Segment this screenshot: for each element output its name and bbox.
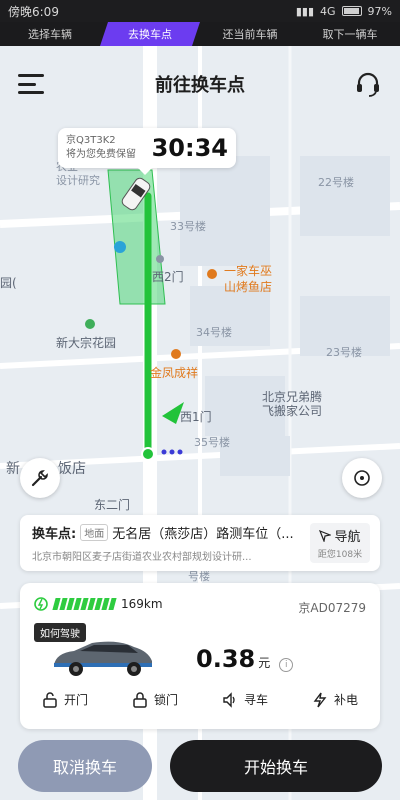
- lock-icon: [133, 691, 147, 708]
- timer-plate: 京Q3T3K2: [66, 135, 116, 146]
- swap-point-tag: 地面: [80, 524, 109, 541]
- swap-point-card: 换车点: 地面 无名居（燕莎店）路测车位（... 北京市朝阳区麦子店街道农业农村…: [20, 515, 380, 571]
- step-select-car: 选择车辆: [28, 28, 72, 41]
- map-label-garden: 园(: [0, 276, 17, 290]
- map-label-west1gate: 西1门: [180, 410, 212, 424]
- step-return-car: 还当前车辆: [222, 28, 278, 41]
- charge-label: 补电: [333, 693, 358, 707]
- map-label-building35: 35号楼: [194, 436, 230, 449]
- find-car-label: 寻车: [243, 693, 268, 707]
- step-pick-next-car: 取下一辆车: [322, 28, 378, 41]
- map-label-building23: 23号楼: [326, 346, 362, 359]
- battery-bar: [108, 598, 117, 610]
- power-icon: [34, 597, 48, 611]
- wrench-icon: [31, 470, 48, 487]
- price-value: 0.38: [196, 645, 256, 673]
- map-label-hotel-1: 新: [6, 461, 20, 477]
- navigate-label: 导航: [334, 530, 361, 545]
- timer-countdown: 30:34: [151, 134, 228, 162]
- navigation-arrow-icon: [319, 529, 332, 542]
- map-label-design: 设计研究: [56, 174, 100, 187]
- progress-steps: 选择车辆 去换车点 还当前车辆 取下一辆车: [0, 22, 400, 46]
- swap-point-label: 换车点:: [32, 527, 77, 542]
- network-type: 4G: [320, 4, 336, 18]
- map-label-west2gate: 西2门: [152, 270, 184, 284]
- car-image: [54, 641, 152, 676]
- status-right: ▮▮▮ 4G 97%: [296, 5, 392, 18]
- map-label-building34: 34号楼: [196, 326, 232, 339]
- map-label-building33: 33号楼: [170, 220, 206, 233]
- car-actions: 开门 锁门 寻车 补电: [20, 691, 380, 708]
- reservation-timer: 京Q3T3K2 将为您免费保留 30:34: [58, 128, 236, 175]
- locate-button[interactable]: [342, 458, 382, 498]
- start-swap-button[interactable]: 开始换车: [170, 740, 382, 792]
- unlock-label: 开门: [63, 693, 88, 707]
- map-label-movers-2: 飞搬家公司: [262, 404, 323, 418]
- locate-icon: [354, 470, 370, 486]
- battery-range: 169km: [121, 597, 163, 611]
- map-label-restaurant-2: 山烤鱼店: [224, 280, 273, 294]
- charge-icon: [313, 692, 327, 707]
- page-title: 前往换车点: [155, 75, 245, 96]
- price-display: 0.38 元 i: [196, 645, 294, 673]
- navigate-distance: 距您108米: [317, 550, 363, 560]
- navigate-button[interactable]: 导航 距您108米: [310, 523, 370, 563]
- map-label-jinfeng: 金凤成祥: [150, 366, 199, 380]
- status-bar: 傍晚6:09 ▮▮▮ 4G 97%: [0, 0, 400, 22]
- cancel-swap-button[interactable]: 取消换车: [18, 740, 152, 792]
- page-header: 前往换车点: [0, 60, 400, 108]
- map-label-building22: 22号楼: [318, 176, 354, 189]
- info-icon[interactable]: i: [279, 658, 294, 672]
- menu-icon[interactable]: [18, 74, 44, 94]
- car-plate: 京AD07279: [298, 601, 366, 615]
- unlock-button[interactable]: 开门: [42, 691, 88, 708]
- lock-button[interactable]: 锁门: [132, 691, 178, 708]
- headset-icon[interactable]: [354, 70, 382, 98]
- unlock-icon: [43, 691, 57, 708]
- step-go-swap-point: 去换车点: [100, 22, 200, 46]
- charge-button[interactable]: 补电: [312, 691, 358, 708]
- swap-point-address: 北京市朝阳区麦子店街道农业农村部规划设计研...: [32, 552, 252, 563]
- battery-icon: [341, 6, 362, 16]
- map-label-new-garden: 新大宗花园: [56, 336, 117, 350]
- price-unit: 元: [258, 656, 271, 670]
- map-label-hotel-2: 饭店: [58, 461, 86, 477]
- map-label-east2gate: 东二门: [94, 498, 131, 512]
- swap-point-name: 无名居（燕莎店）路测车位（...: [112, 527, 294, 542]
- tools-button[interactable]: [20, 458, 60, 498]
- signal-icon: ▮▮▮: [295, 4, 315, 18]
- timer-text: 京Q3T3K2 将为您免费保留: [66, 134, 136, 162]
- timer-note: 将为您免费保留: [66, 149, 136, 160]
- status-time: 傍晚6:09: [8, 4, 59, 19]
- battery-level: 97%: [367, 4, 392, 18]
- battery-row: 169km: [34, 597, 163, 611]
- find-car-button[interactable]: 寻车: [222, 691, 268, 708]
- car-card: 169km 京AD07279 如何驾驶 0.38 元 i 开门 锁门 寻车 补电: [20, 583, 380, 729]
- map-label-restaurant-1: 一家车巫: [224, 264, 273, 278]
- speaker-icon: [223, 691, 235, 708]
- lock-label: 锁门: [153, 693, 178, 707]
- battery-bars: [52, 598, 117, 610]
